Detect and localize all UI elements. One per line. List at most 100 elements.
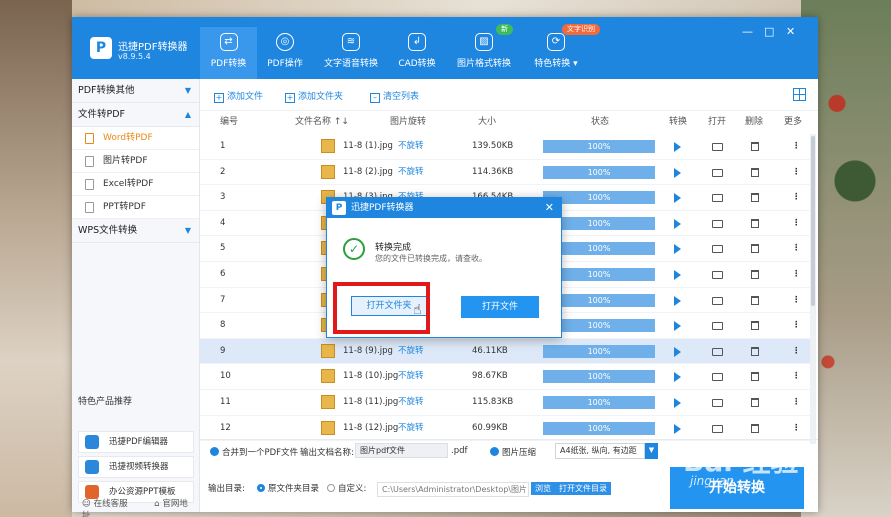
play-icon[interactable]	[674, 167, 681, 178]
row-rotate[interactable]: 不旋转	[398, 416, 424, 441]
folder-icon[interactable]	[712, 347, 723, 356]
folder-icon[interactable]	[712, 168, 723, 177]
trash-icon[interactable]	[751, 167, 759, 177]
more-icon[interactable]: ⋮	[792, 339, 801, 364]
trash-icon[interactable]	[751, 193, 759, 203]
play-icon[interactable]	[674, 218, 681, 229]
browse-button[interactable]: 浏览	[531, 482, 555, 495]
more-icon[interactable]: ⋮	[792, 134, 801, 159]
row-rotate[interactable]: 不旋转	[398, 160, 424, 185]
play-icon[interactable]	[674, 244, 681, 255]
scrollbar[interactable]	[810, 134, 816, 444]
sidebar-group-file-to-pdf[interactable]: 文件转PDF ▲	[72, 103, 199, 127]
play-icon[interactable]	[674, 142, 681, 152]
folder-icon[interactable]	[712, 296, 723, 305]
paper-select[interactable]: A4纸张, 纵向, 有边距	[555, 443, 645, 459]
add-folder-button[interactable]: + 添加文件夹	[285, 89, 343, 103]
minimize-button[interactable]: —	[742, 25, 753, 38]
more-icon[interactable]: ⋮	[792, 313, 801, 338]
sidebar-item-word-to-pdf[interactable]: Word转PDF	[72, 127, 199, 150]
trash-icon[interactable]	[751, 295, 759, 305]
file-icon	[85, 179, 94, 190]
trash-icon[interactable]	[751, 321, 759, 331]
folder-icon[interactable]	[712, 194, 723, 203]
tab-cad[interactable]: ↲ CAD转换	[394, 27, 440, 79]
maximize-button[interactable]: □	[764, 25, 774, 38]
tab-special[interactable]: 文字识别 ⟳ 特色转换 ▾	[528, 24, 600, 79]
more-icon[interactable]: ⋮	[792, 262, 801, 287]
recommend-video-converter[interactable]: 迅捷视频转换器	[78, 456, 194, 478]
more-icon[interactable]: ⋮	[792, 288, 801, 313]
folder-icon[interactable]	[712, 373, 723, 382]
add-file-button[interactable]: + 添加文件	[214, 89, 263, 103]
more-icon[interactable]: ⋮	[792, 416, 801, 441]
folder-icon[interactable]	[712, 245, 723, 254]
table-row[interactable]: 2 11-8 (2).jpg 不旋转 114.36KB 100% ⋮	[200, 160, 810, 186]
dialog-close-button[interactable]: ✕	[545, 198, 554, 218]
clear-list-button[interactable]: – 清空列表	[370, 89, 419, 103]
tab-pdf-operate[interactable]: ◎ PDF操作	[262, 27, 308, 79]
play-icon[interactable]	[674, 372, 681, 383]
play-icon[interactable]	[674, 397, 681, 408]
open-dir-button[interactable]: 打开文件目录	[555, 482, 611, 495]
tab-text-speech[interactable]: ≋ 文字语音转换	[320, 27, 382, 79]
trash-icon[interactable]	[751, 423, 759, 433]
table-row[interactable]: 11 11-8 (11).jpg 不旋转 115.83KB 100% ⋮	[200, 390, 810, 416]
row-rotate[interactable]: 不旋转	[398, 339, 424, 364]
play-icon[interactable]	[674, 269, 681, 280]
table-row[interactable]: 1 11-8 (1).jpg 不旋转 139.50KB 100% ⋮	[200, 134, 810, 160]
play-icon[interactable]	[674, 346, 681, 357]
sidebar-item-image-to-pdf[interactable]: 图片转PDF	[72, 150, 199, 173]
row-rotate[interactable]: 不旋转	[398, 390, 424, 415]
trash-icon[interactable]	[751, 218, 759, 228]
sidebar-item-excel-to-pdf[interactable]: Excel转PDF	[72, 173, 199, 196]
chevron-down-icon[interactable]: ▼	[645, 443, 658, 459]
open-file-button[interactable]: 打开文件	[461, 296, 539, 318]
recommend-pdf-editor[interactable]: 迅捷PDF编辑器	[78, 431, 194, 453]
folder-icon[interactable]	[712, 219, 723, 228]
scrollbar-thumb[interactable]	[811, 136, 815, 306]
sidebar-group-pdf-other[interactable]: PDF转换其他 ▼	[72, 79, 199, 103]
table-row[interactable]: 9 11-8 (9).jpg 不旋转 46.11KB 100% ⋮	[200, 338, 810, 365]
row-rotate[interactable]: 不旋转	[398, 134, 424, 159]
compress-checkbox[interactable]: 图片压缩	[490, 446, 536, 458]
col-name[interactable]: 文件名称 ↑↓	[295, 111, 349, 133]
more-icon[interactable]: ⋮	[792, 236, 801, 261]
sidebar-group-wps[interactable]: WPS文件转换 ▼	[72, 219, 199, 243]
col-status: 状态	[591, 117, 610, 127]
tab-image-format[interactable]: 新 ▨ 图片格式转换	[454, 24, 514, 79]
merge-checkbox[interactable]: 合并到一个PDF文件	[210, 446, 298, 458]
trash-icon[interactable]	[751, 142, 759, 151]
tab-pdf-convert[interactable]: ⇄ PDF转换	[200, 27, 257, 79]
close-button[interactable]: ✕	[786, 25, 795, 38]
table-row[interactable]: 10 11-8 (10).jpg 不旋转 98.67KB 100% ⋮	[200, 364, 810, 390]
play-icon[interactable]	[674, 321, 681, 332]
play-icon[interactable]	[674, 295, 681, 306]
more-icon[interactable]: ⋮	[792, 364, 801, 389]
folder-icon[interactable]	[712, 424, 723, 433]
play-icon[interactable]	[674, 193, 681, 204]
folder-icon[interactable]	[712, 398, 723, 407]
row-rotate[interactable]: 不旋转	[398, 364, 424, 389]
table-row[interactable]: 12 11-8 (12).jpg 不旋转 60.99KB 100% ⋮	[200, 416, 810, 442]
folder-icon[interactable]	[712, 143, 723, 151]
sidebar-item-ppt-to-pdf[interactable]: PPT转PDF	[72, 196, 199, 219]
more-icon[interactable]: ⋮	[792, 160, 801, 185]
output-name-input[interactable]: 图片pdf文件	[355, 443, 448, 458]
play-icon[interactable]	[674, 423, 681, 434]
grid-view-icon[interactable]	[793, 88, 806, 101]
trash-icon[interactable]	[751, 346, 759, 356]
trash-icon[interactable]	[751, 244, 759, 254]
online-service-link[interactable]: ☺ 在线客服	[82, 499, 140, 509]
radio-custom-dir[interactable]: 自定义:	[327, 482, 366, 494]
folder-icon[interactable]	[712, 270, 723, 279]
more-icon[interactable]: ⋮	[792, 211, 801, 236]
trash-icon[interactable]	[751, 397, 759, 407]
more-icon[interactable]: ⋮	[792, 185, 801, 210]
more-icon[interactable]: ⋮	[792, 390, 801, 415]
path-input[interactable]: C:\Users\Administrator\Desktop\图片	[377, 482, 529, 497]
trash-icon[interactable]	[751, 269, 759, 279]
trash-icon[interactable]	[751, 372, 759, 382]
folder-icon[interactable]	[712, 322, 723, 331]
radio-source-dir[interactable]: 原文件夹目录	[257, 482, 319, 494]
